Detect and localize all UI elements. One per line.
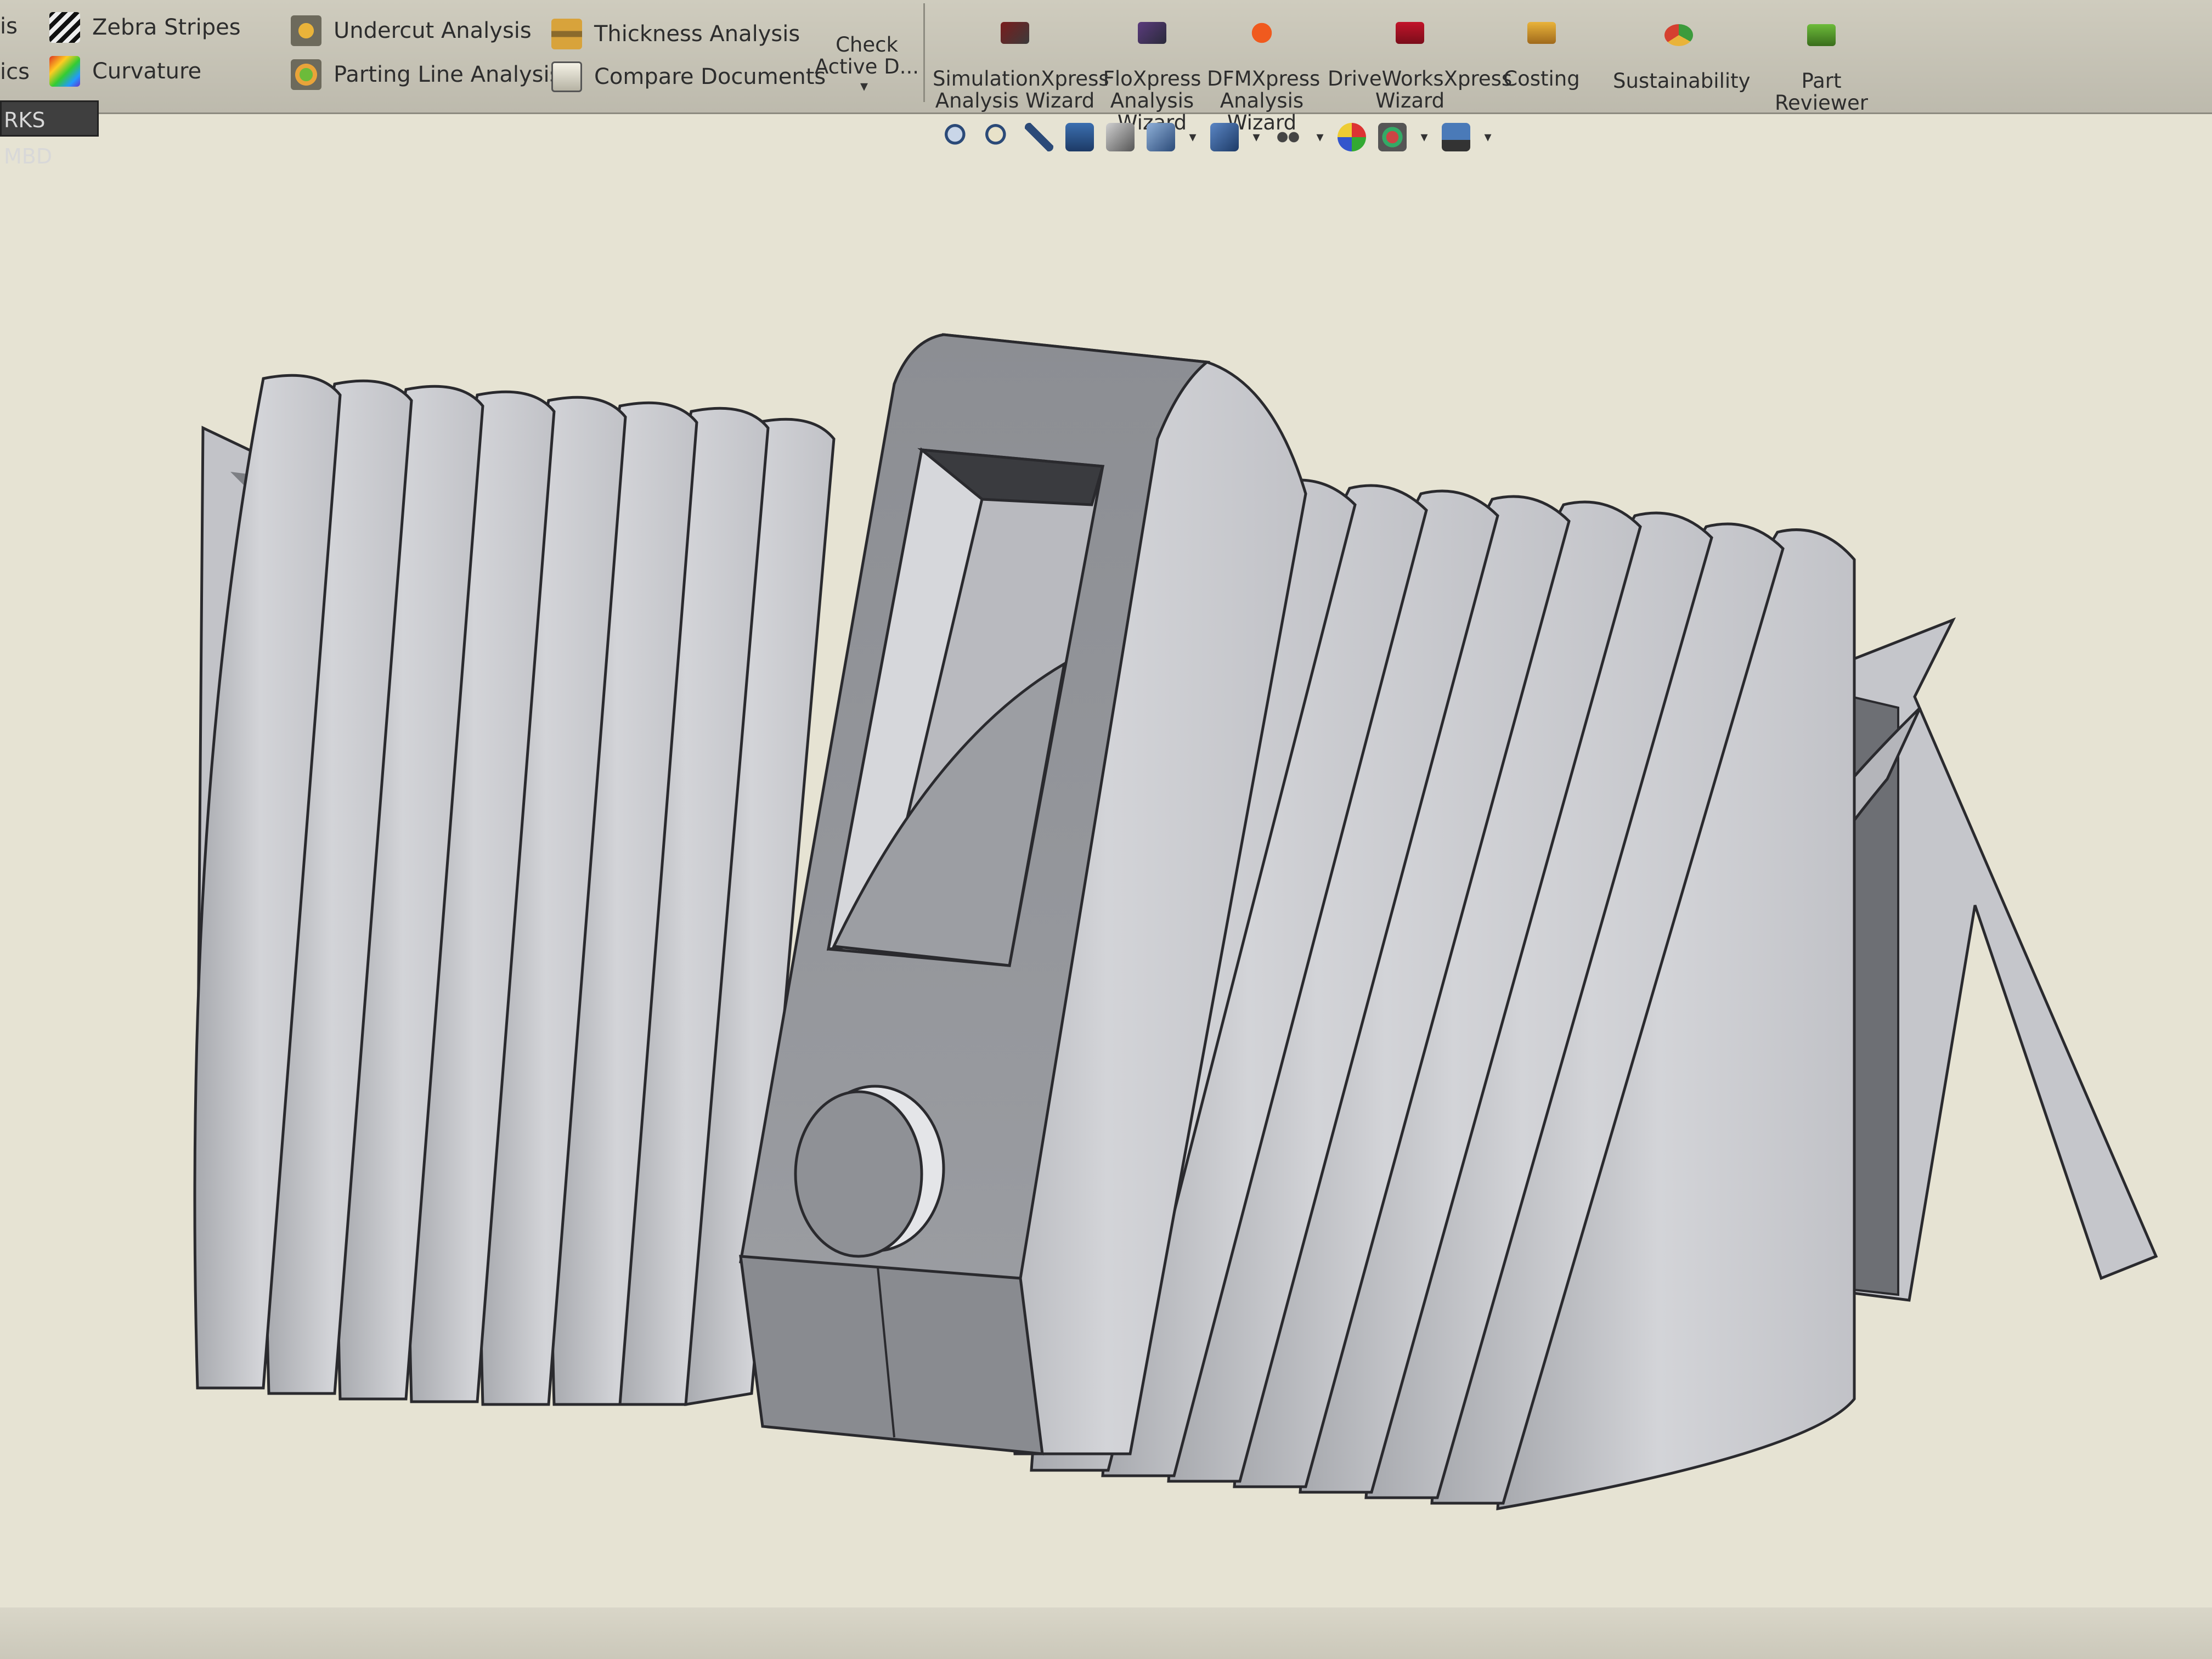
edit-appearance-icon[interactable] [1338,123,1366,151]
thickness-icon [551,19,582,49]
chevron-down-icon[interactable]: ▾ [1251,129,1262,145]
zebra-stripes-label: Zebra Stripes [92,15,241,40]
clipped-ribbon-label: ics [0,59,30,84]
mbd-tab[interactable]: RKS MBD [0,100,99,168]
compare-documents-button[interactable]: Compare Documents [551,61,826,92]
simulationxpress-label: SimulationXpress Analysis Wizard [933,67,1109,112]
costing-icon [1527,22,1556,44]
chevron-down-icon[interactable]: ▾ [1419,129,1430,145]
costing-button[interactable]: Costing [1498,0,1585,90]
dfmxpress-button[interactable]: DFMXpress Analysis Wizard [1207,0,1320,134]
curvature-icon [49,56,80,87]
dfmxpress-icon [1248,22,1276,44]
driveworksxpress-label: DriveWorksXpress Wizard [1328,67,1513,112]
heads-up-view-toolbar: ▾ ▾ ▾ ▾ ▾ [944,115,1493,159]
compare-documents-label: Compare Documents [594,64,826,89]
sustainability-label: Sustainability [1613,69,1751,93]
display-style-icon[interactable] [1210,123,1239,151]
apply-scene-icon[interactable] [1378,123,1407,151]
zebra-stripes-icon [49,12,80,43]
zoom-to-area-icon[interactable] [984,123,1013,151]
dynamic-annotation-icon[interactable] [1106,123,1135,151]
chevron-down-icon[interactable]: ▾ [1314,129,1325,145]
curvature-button[interactable]: Curvature [49,56,201,87]
view-settings-icon[interactable] [1442,123,1470,151]
graphics-area[interactable] [0,162,2212,1659]
command-manager-ribbon: is ics Zebra Stripes Curvature Undercut … [0,0,2212,134]
costing-label: Costing [1503,67,1580,91]
clipped-ribbon-label: is [0,14,18,39]
hide-show-items-icon[interactable] [1274,123,1302,151]
parting-line-analysis-button[interactable]: Parting Line Analysis [291,59,561,90]
cylindrical-boss [794,1090,923,1258]
mbd-tab-label: RKS MBD [4,108,53,168]
section-view-icon[interactable] [1065,123,1094,151]
undercut-icon [291,15,321,46]
parting-line-icon [291,59,321,90]
monitor-bezel-edge [0,1607,2212,1659]
curvature-label: Curvature [92,59,202,84]
ribbon-separator [923,3,925,102]
simulationxpress-icon [1001,22,1029,44]
handle-base-block [739,1255,1044,1455]
part-reviewer-label: Part Reviewer [1775,69,1868,115]
floxpress-button[interactable]: FloXpress Analysis Wizard [1103,0,1201,134]
thickness-analysis-button[interactable]: Thickness Analysis [551,19,800,49]
sustainability-icon [1664,24,1693,46]
compare-documents-icon [551,61,582,92]
parting-line-analysis-label: Parting Line Analysis [334,62,561,87]
undercut-analysis-label: Undercut Analysis [334,18,532,43]
previous-view-icon[interactable] [1025,123,1053,151]
cad-part-model[interactable] [193,333,2158,1511]
driveworksxpress-button[interactable]: DriveWorksXpress Wizard [1328,0,1512,112]
zebra-stripes-button[interactable]: Zebra Stripes [49,12,241,43]
check-active-document-button[interactable]: Check Active D... [812,12,922,78]
thickness-analysis-label: Thickness Analysis [594,21,800,47]
left-fin-stack [193,374,836,1406]
check-active-document-label: Check Active D... [815,33,919,78]
chevron-down-icon[interactable]: ▾ [1482,129,1493,145]
chevron-down-icon[interactable]: ▾ [1187,129,1198,145]
sustainability-button[interactable]: Sustainability [1613,2,1751,92]
chevron-down-icon[interactable]: ▾ [860,77,868,95]
simulationxpress-button[interactable]: SimulationXpress Analysis Wizard [933,0,1109,112]
floxpress-icon [1138,22,1166,44]
undercut-analysis-button[interactable]: Undercut Analysis [291,15,532,46]
part-reviewer-button[interactable]: Part Reviewer [1772,2,1871,114]
view-orientation-icon[interactable] [1147,123,1175,151]
driveworksxpress-icon [1396,22,1424,44]
zoom-to-fit-icon[interactable] [944,123,972,151]
part-reviewer-icon [1807,24,1836,46]
